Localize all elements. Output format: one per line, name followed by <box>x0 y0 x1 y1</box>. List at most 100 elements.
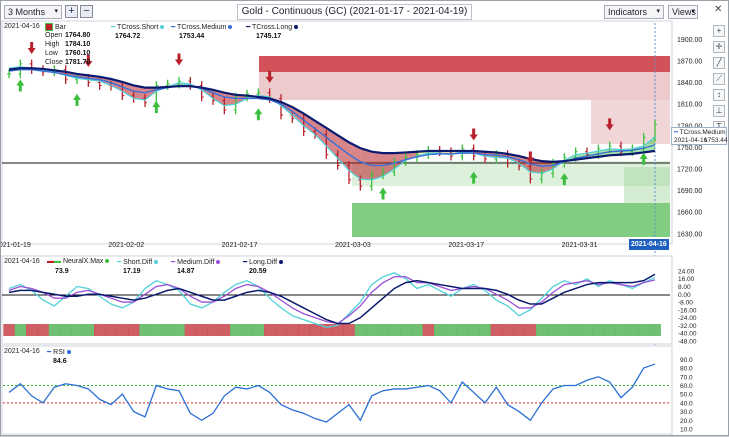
neuralx-signal-cell <box>139 324 151 336</box>
neuralx-signal-cell <box>264 324 276 336</box>
price-tick-label: 1720.00 <box>677 167 702 174</box>
neuralx-signal-cell <box>207 324 219 336</box>
flag-name: TCross.Medium <box>679 129 726 136</box>
support-zone-recent <box>624 167 670 203</box>
diff-short-value: 17.19 <box>123 268 141 275</box>
legend-short-name: TCross.Short <box>117 24 159 31</box>
chart-window: 3 Months ▾ + − Gold - Continuous (GC) (2… <box>0 0 729 436</box>
rsi-tick-label: 40.0 <box>680 400 693 407</box>
neuralx-signal-cell <box>241 324 253 336</box>
neuralx-signal-cell <box>275 324 287 336</box>
price-tick-label: 1630.00 <box>677 231 702 238</box>
price-tick-label: 1750.00 <box>677 145 702 152</box>
neuralx-signal-cell <box>309 324 321 336</box>
x-tick-label: 2021-01-19 <box>1 242 31 249</box>
legend-medium-label: ━ TCross.Medium <box>171 23 233 31</box>
long-diff-name: Long.Diff <box>249 259 278 266</box>
neuralx-signal-cell <box>570 324 582 336</box>
resistance-zone-mid <box>259 72 670 100</box>
diff-tick-label: -40.00 <box>678 331 697 338</box>
legend-long-label: ━ TCross.Long <box>246 23 299 31</box>
diff-legend-medium: ━ Medium.Diff <box>171 258 221 266</box>
legend-long-value: 1745.17 <box>256 33 282 40</box>
diff-tick-label: -24.00 <box>678 315 697 322</box>
rsi-tick-label: 50.0 <box>680 392 693 399</box>
diff-long-value: 20.59 <box>249 268 267 275</box>
neuralx-signal-cell <box>649 324 661 336</box>
diff-tick-label: 16.00 <box>678 276 695 283</box>
flag-date: 2021-04-16 <box>674 137 708 144</box>
rsi-tick-label: 20.0 <box>680 418 693 425</box>
price-tick-label: 1660.00 <box>677 210 702 217</box>
neuralx-signal-cell <box>479 324 491 336</box>
neuralx-signal-cell <box>150 324 163 336</box>
resistance-zone-lower <box>591 100 670 144</box>
neuralx-signal-cell <box>547 324 559 336</box>
legend-close-label: Close <box>45 59 63 66</box>
neuralx-signal-cell <box>94 324 106 336</box>
price-tick-label: 1840.00 <box>677 80 702 87</box>
neuralx-signal-cell <box>162 324 174 336</box>
diff-tick-label: 8.00 <box>678 284 691 291</box>
rsi-name: RSI <box>53 349 65 356</box>
neuralx-signal-cell <box>400 324 412 336</box>
diff-tick-label: -48.00 <box>678 339 697 346</box>
price-tick-label: 1870.00 <box>677 59 702 66</box>
legend-close-value: 1781.70 <box>65 59 91 66</box>
chart-canvas[interactable]: 1900.001870.001840.001810.001780.001750.… <box>1 1 729 437</box>
neuralx-signal-cell <box>343 324 355 336</box>
current-date-tag: 2021-04-16 <box>629 239 669 250</box>
rsi-legend-name: ━ RSI <box>47 348 71 356</box>
rsi-tick-label: 90.0 <box>680 357 693 364</box>
legend-short-label: ━ TCross.Short <box>111 23 165 31</box>
neuralx-signal-cell <box>445 324 457 336</box>
rsi-tick-label: 60.0 <box>680 383 693 390</box>
rsi-tick-label: 10.0 <box>680 427 693 434</box>
neuralx-signal-cell <box>366 324 378 336</box>
rsi-tick-label: 30.0 <box>680 409 693 416</box>
medium-diff-name: Medium.Diff <box>177 259 215 266</box>
neuralx-signal-cell <box>581 324 593 336</box>
legend-bar: Bar <box>45 23 66 31</box>
legend-long-name: TCross.Long <box>252 24 293 31</box>
legend-low-label: Low <box>45 50 58 57</box>
neuralx-signal-cell <box>604 324 616 336</box>
neuralx-signal-cell <box>48 324 61 336</box>
neuralx-signal-cell <box>513 324 525 336</box>
diff-tick-label: 24.00 <box>678 268 695 275</box>
neuralx-signal-cell <box>422 324 435 336</box>
neuralx-signal-cell <box>71 324 83 336</box>
rsi-legend-date: 2021-04-16 <box>4 348 40 355</box>
legend-high-label: High <box>45 41 60 48</box>
diff-y-axis: 24.0016.008.000.00-8.00-16.00-24.00-32.0… <box>678 268 697 345</box>
diff-tick-label: -8.00 <box>678 300 693 307</box>
neuralx-signal-cell <box>638 324 650 336</box>
short-diff-name: Short.Diff <box>123 259 153 266</box>
neuralx-signal-cell <box>388 324 401 336</box>
diff-tick-label: 0.00 <box>678 292 691 299</box>
legend-date: 2021-04-16 <box>4 23 40 30</box>
legend-high-value: 1784.10 <box>65 41 91 48</box>
neuralx-signal-cell <box>60 324 72 336</box>
legend-short-value: 1764.72 <box>115 33 141 40</box>
neuralx-signal-cell <box>468 324 480 336</box>
neuralx-signal-cell <box>128 324 140 336</box>
neuralx-signal-cell <box>298 324 310 336</box>
legend-open-label: Open <box>45 32 63 39</box>
diff-legend-date: 2021-04-16 <box>4 258 40 265</box>
neuralx-signal-cell <box>37 324 49 336</box>
rsi-tick-label: 70.0 <box>680 374 693 381</box>
flag-value: 1753.44 <box>704 137 728 144</box>
nmax-name: NeuralX.Max <box>62 258 104 265</box>
diff-nmax-value: 73.9 <box>55 268 69 275</box>
legend-medium-value: 1753.44 <box>179 33 205 40</box>
diff-medium-value: 14.87 <box>177 268 195 275</box>
diff-legend-long: ━ Long.Diff <box>243 258 284 266</box>
x-tick-label: 2021-03-03 <box>335 242 371 249</box>
neuralx-signal-cell <box>615 324 627 336</box>
x-tick-label: 2021-02-02 <box>108 242 144 249</box>
neuralx-signal-cell <box>184 324 197 336</box>
neuralx-signal-cell <box>173 324 185 336</box>
neuralx-signal-cell <box>502 324 514 336</box>
rsi-panel <box>1 345 673 435</box>
